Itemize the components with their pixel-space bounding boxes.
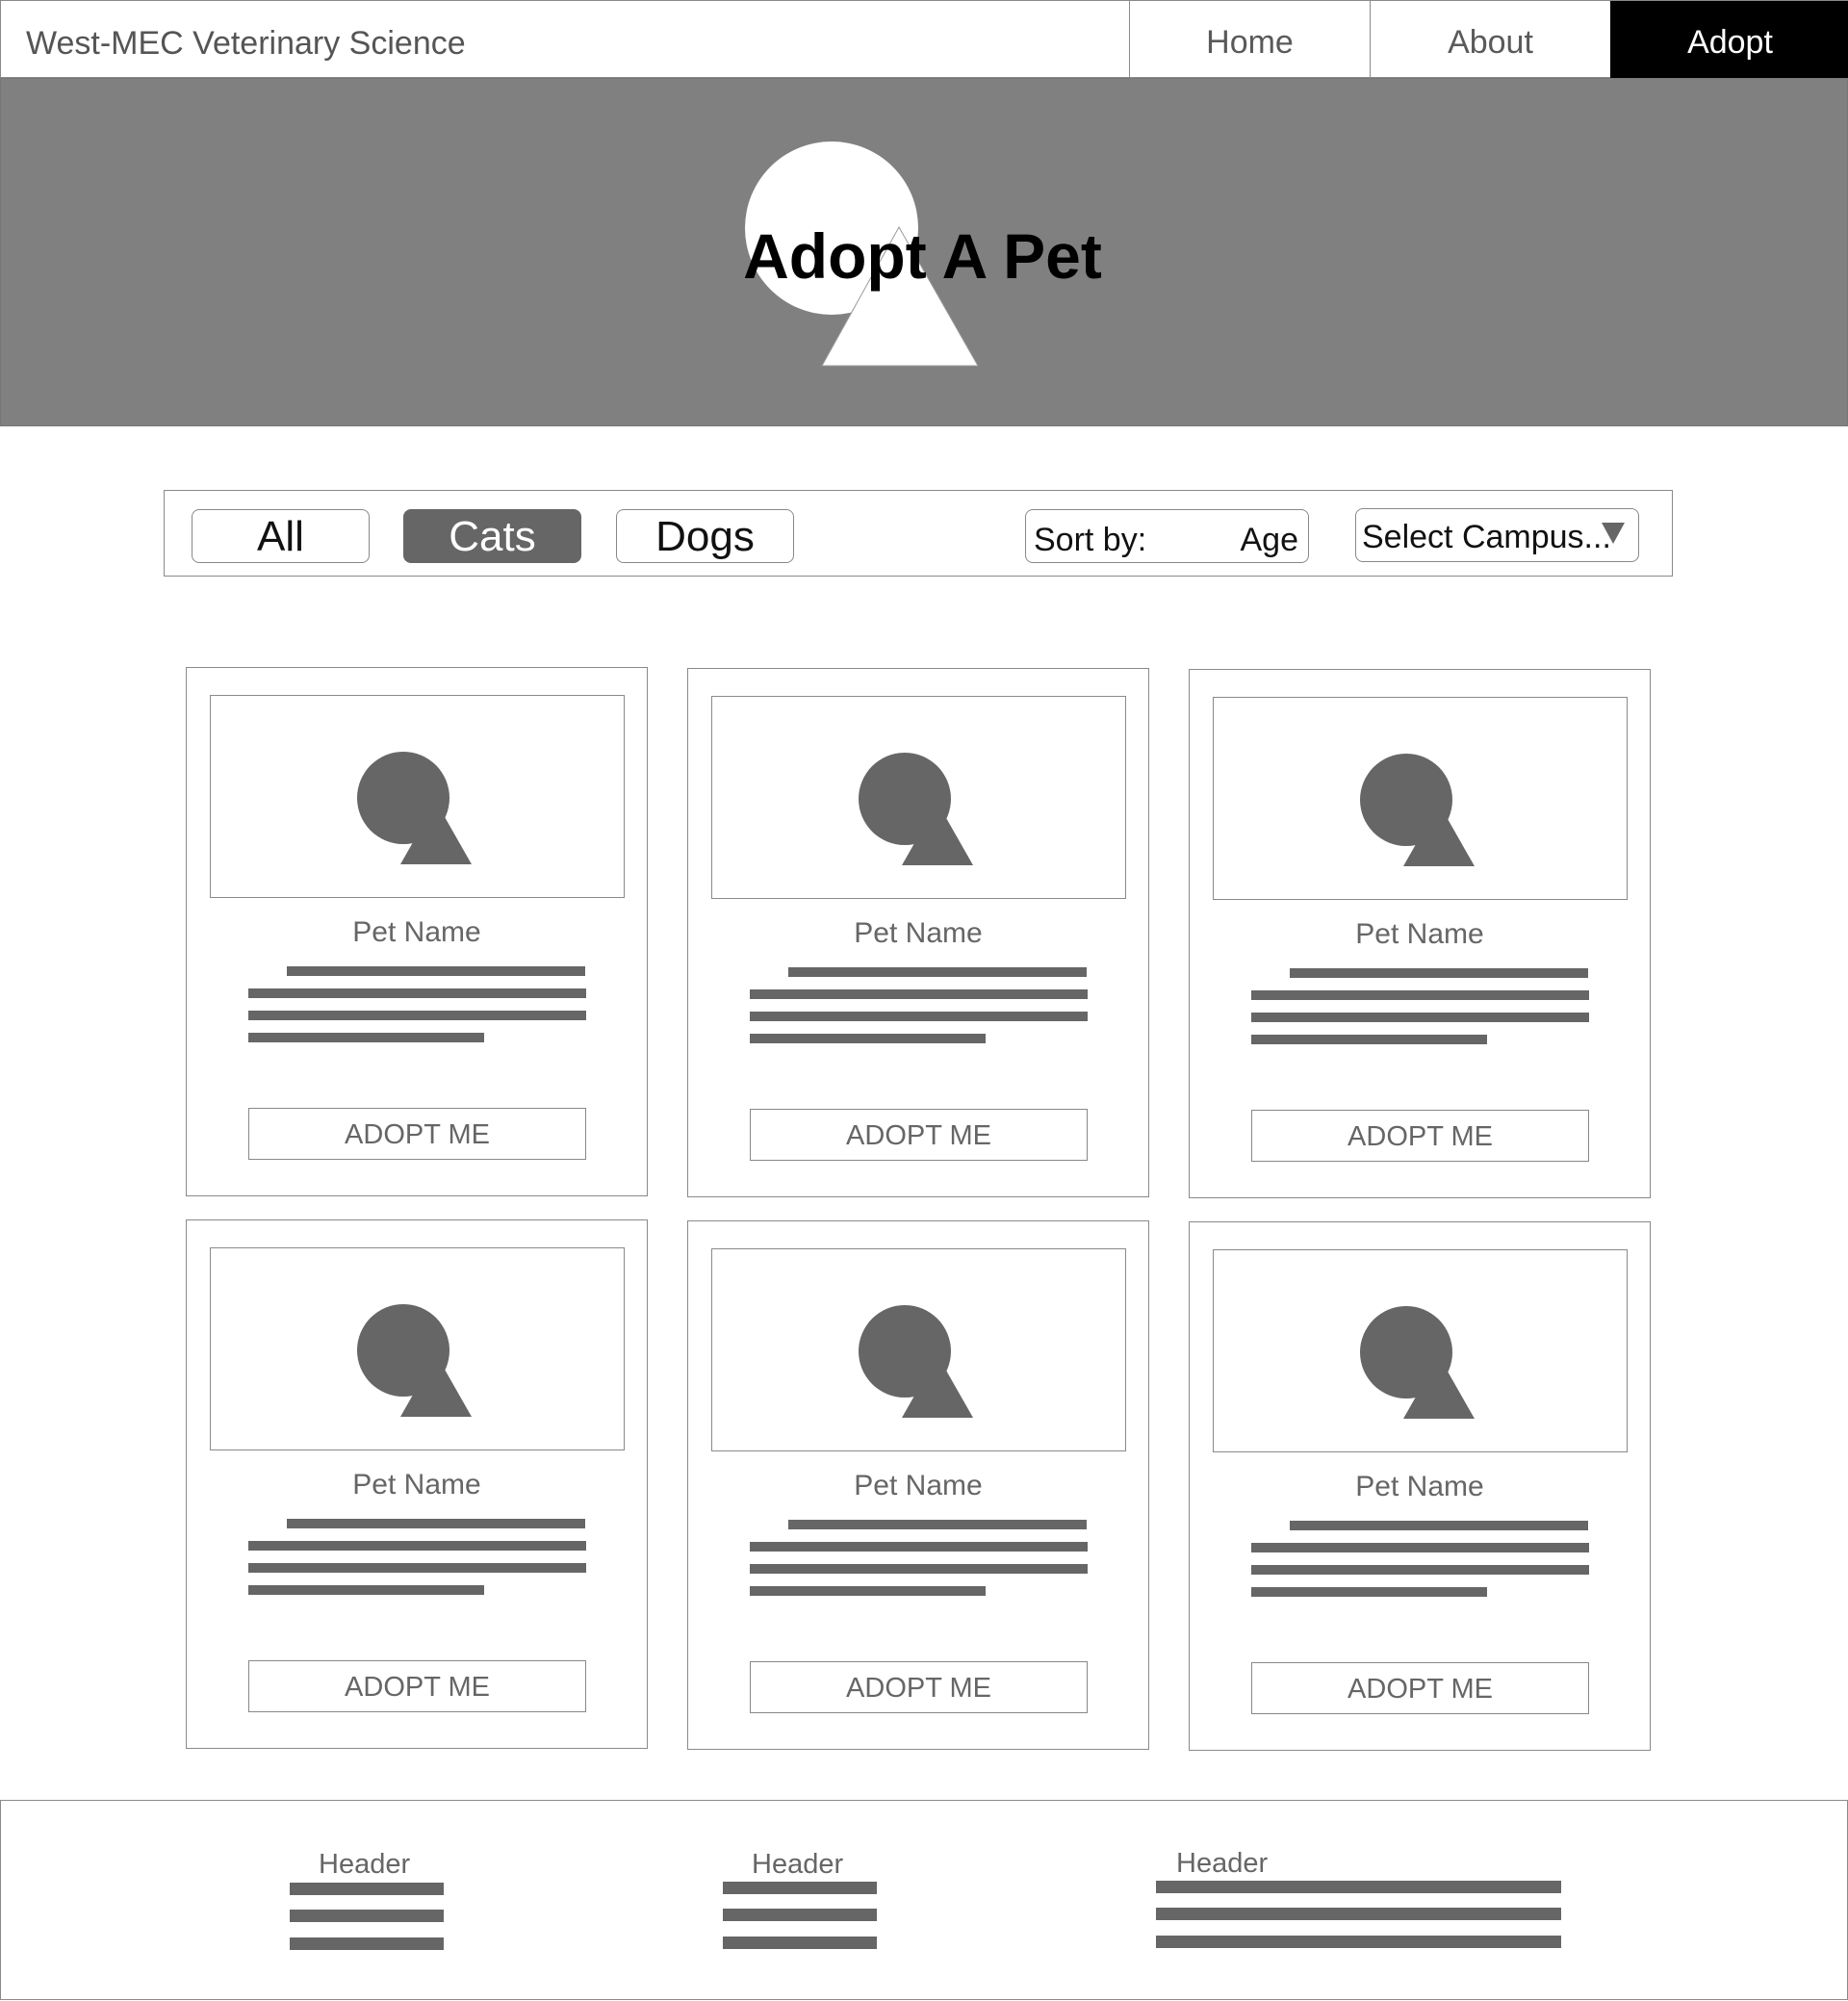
nav-tab-about[interactable]: About (1370, 1, 1610, 79)
pet-description-line (1251, 1013, 1589, 1022)
nav-tab-adopt[interactable]: Adopt (1610, 1, 1848, 79)
pet-description-line (1290, 1521, 1588, 1530)
adopt-me-button[interactable]: ADOPT ME (750, 1661, 1088, 1713)
pet-card: Pet Name ADOPT ME (186, 667, 648, 1196)
adopt-me-button[interactable]: ADOPT ME (248, 1660, 586, 1712)
pet-description-line (287, 1519, 585, 1528)
campus-select[interactable]: Select Campus... (1355, 508, 1639, 562)
pet-description-line (287, 966, 585, 976)
sort-label: Sort by: (1034, 522, 1147, 558)
footer-text-line (723, 1937, 877, 1949)
image-placeholder-icon (1360, 1306, 1475, 1419)
footer-header: Header (319, 1849, 411, 1880)
pet-photo (711, 1248, 1126, 1451)
footer-text-line (723, 1909, 877, 1921)
pet-description-line (1251, 990, 1589, 1000)
pet-name: Pet Name (352, 916, 481, 948)
image-placeholder-icon (859, 753, 973, 865)
pet-description-line (788, 967, 1087, 977)
pet-description-line (750, 1586, 986, 1596)
nav-tab-home[interactable]: Home (1129, 1, 1370, 79)
pet-description-line (1251, 1587, 1487, 1597)
footer-text-line (290, 1883, 444, 1895)
pet-name: Pet Name (854, 1470, 983, 1501)
image-placeholder-icon (357, 752, 472, 864)
adopt-me-button[interactable]: ADOPT ME (248, 1108, 586, 1160)
filter-all-button[interactable]: All (192, 509, 370, 563)
pet-description-line (750, 1012, 1088, 1021)
pet-description-line (750, 1034, 986, 1043)
image-placeholder-icon (1360, 754, 1475, 866)
pet-description-line (248, 988, 586, 998)
dropdown-arrow-icon (1602, 523, 1625, 544)
pet-description-line (248, 1585, 484, 1595)
footer-header: Header (1176, 1848, 1269, 1879)
adopt-me-button[interactable]: ADOPT ME (1251, 1662, 1589, 1714)
sort-value: Age (1240, 522, 1299, 558)
pet-description-line (248, 1563, 586, 1573)
adopt-me-button[interactable]: ADOPT ME (750, 1109, 1088, 1161)
image-placeholder-icon (357, 1304, 472, 1417)
filter-cats-button[interactable]: Cats (403, 509, 581, 563)
page: West-MEC Veterinary Science Home About A… (0, 0, 1848, 2001)
pet-description-line (750, 1542, 1088, 1552)
pet-card: Pet Name ADOPT ME (687, 1220, 1149, 1750)
adopt-me-button[interactable]: ADOPT ME (1251, 1110, 1589, 1162)
pet-description-line (788, 1520, 1087, 1529)
image-placeholder-icon (859, 1305, 973, 1418)
pet-description-line (1290, 968, 1588, 978)
pet-name: Pet Name (352, 1469, 481, 1501)
pet-card: Pet Name ADOPT ME (1189, 1221, 1651, 1751)
pet-description-line (1251, 1543, 1589, 1552)
filter-bar: All Cats Dogs Sort by: Age Select Campus… (164, 490, 1673, 577)
pet-card: Pet Name ADOPT ME (687, 668, 1149, 1197)
pet-name: Pet Name (854, 917, 983, 949)
pet-description-line (1251, 1565, 1589, 1575)
navbar: West-MEC Veterinary Science Home About A… (0, 0, 1848, 79)
footer: Header Header Header (0, 1800, 1848, 2000)
footer-text-line (290, 1910, 444, 1922)
hero-banner: Adopt A Pet (0, 78, 1848, 426)
pet-description-line (248, 1011, 586, 1020)
pet-card: Pet Name ADOPT ME (186, 1219, 648, 1749)
footer-text-line (1156, 1936, 1561, 1948)
pet-photo (210, 695, 625, 898)
pet-description-line (248, 1033, 484, 1042)
pet-name: Pet Name (1355, 918, 1484, 950)
footer-text-line (1156, 1908, 1561, 1920)
pet-description-line (750, 1564, 1088, 1574)
pet-photo (1213, 1249, 1628, 1452)
pet-card: Pet Name ADOPT ME (1189, 669, 1651, 1198)
footer-text-line (1156, 1881, 1561, 1893)
campus-select-label: Select Campus... (1362, 519, 1611, 555)
pet-description-line (1251, 1035, 1487, 1044)
filter-dogs-button[interactable]: Dogs (616, 509, 794, 563)
pet-photo (210, 1247, 625, 1450)
pet-name: Pet Name (1355, 1471, 1484, 1502)
page-title: Adopt A Pet (743, 220, 1102, 292)
footer-header: Header (752, 1849, 844, 1880)
sort-select[interactable]: Sort by: Age (1025, 509, 1309, 563)
pet-photo (1213, 697, 1628, 900)
footer-text-line (723, 1882, 877, 1894)
footer-text-line (290, 1937, 444, 1950)
site-brand[interactable]: West-MEC Veterinary Science (26, 1, 466, 79)
pet-photo (711, 696, 1126, 899)
pet-description-line (750, 989, 1088, 999)
pet-description-line (248, 1541, 586, 1551)
